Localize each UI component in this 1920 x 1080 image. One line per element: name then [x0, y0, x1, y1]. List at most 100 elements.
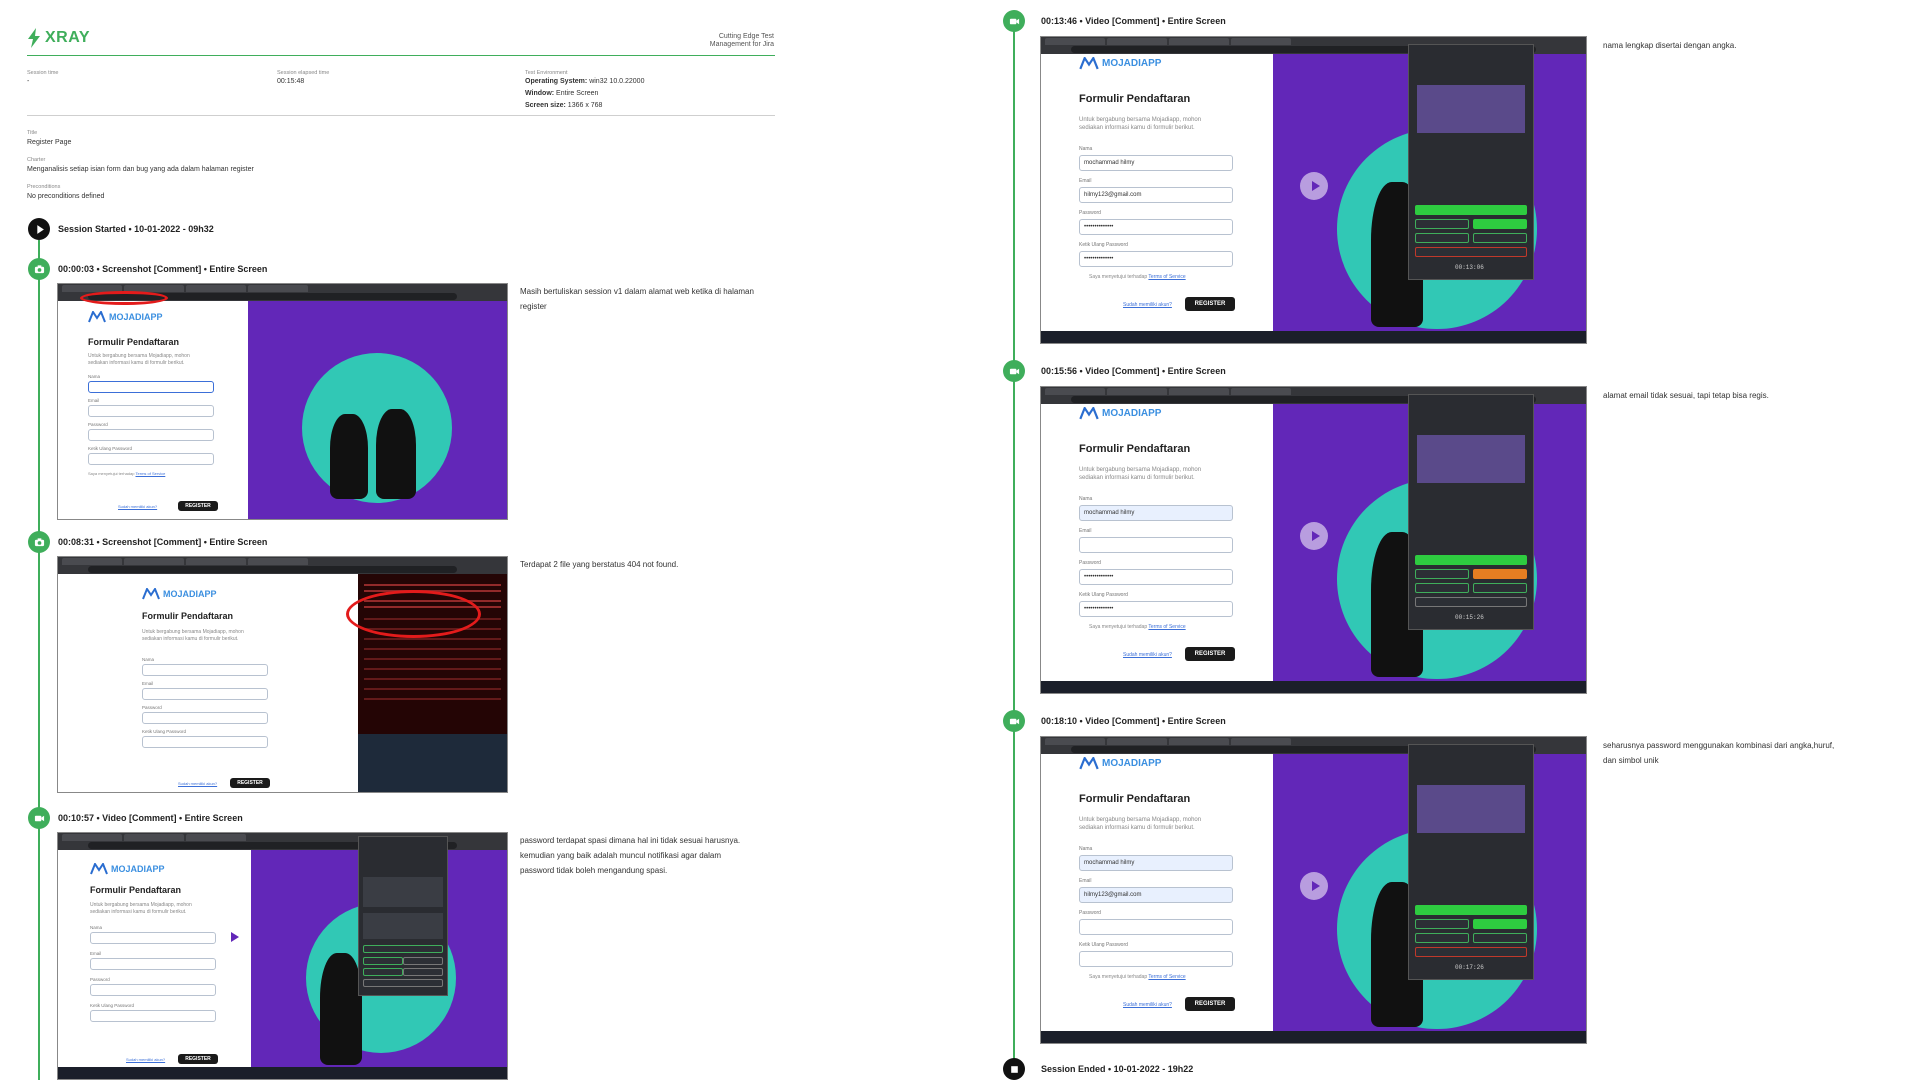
login-link[interactable]: Sudah memiliki akun?	[1123, 652, 1172, 658]
entry-4-title: 00:13:46 • Video [Comment] • Entire Scre…	[1041, 16, 1226, 26]
meta-divider	[27, 115, 775, 116]
email-input[interactable]: hilmy123@gmail.com	[1079, 887, 1233, 903]
xray-bolt-icon	[28, 28, 40, 48]
mojadiapp-logo: MOJADIAPP	[90, 863, 165, 875]
email-input[interactable]	[142, 688, 268, 700]
password-input[interactable]: ••••••••••••••	[1079, 569, 1233, 585]
register-button[interactable]: REGISTER	[178, 501, 218, 511]
form-title: Formulir Pendaftaran	[90, 885, 182, 895]
confirm-password-input[interactable]: ••••••••••••••	[1079, 601, 1233, 617]
password-input[interactable]: ••••••••••••••	[1079, 219, 1233, 235]
video-play-button[interactable]	[1300, 872, 1328, 900]
confirm-password-input[interactable]	[90, 1010, 216, 1022]
entry-6-comment: seharusnya password menggunakan kombinas…	[1603, 741, 1835, 765]
charter-label: Charter	[27, 157, 46, 163]
terms-text: Saya menyetujui terhadap Terms of Servic…	[1089, 974, 1186, 980]
register-button[interactable]: REGISTER	[1185, 297, 1235, 311]
password-input[interactable]	[90, 984, 216, 996]
confirm-password-input[interactable]	[1079, 951, 1233, 967]
video-play-button[interactable]	[222, 926, 244, 948]
recording-timer: 00:17:26	[1455, 964, 1484, 971]
title-label: Title	[27, 130, 38, 136]
mojadiapp-logo: MOJADIAPP	[88, 311, 163, 323]
timeline-line-right	[1013, 20, 1015, 1060]
email-input[interactable]	[1079, 537, 1233, 553]
entry-5-comment: alamat email tidak sesuai, tapi tetap bi…	[1603, 391, 1769, 400]
mojadiapp-logo: MOJADIAPP	[1079, 407, 1161, 420]
session-end-marker	[1003, 1058, 1025, 1080]
mojadiapp-logo-icon	[142, 588, 160, 600]
video-camera-icon	[1009, 368, 1019, 374]
hero-figure	[320, 953, 362, 1065]
login-link[interactable]: Sudah memiliki akun?	[1123, 1002, 1172, 1008]
entry-1-title: 00:00:03 • Screenshot [Comment] • Entire…	[58, 264, 268, 274]
entry-1-screenshot[interactable]: MOJADIAPP Formulir Pendaftaran Untuk ber…	[57, 283, 508, 520]
email-input[interactable]	[88, 405, 214, 417]
annotation-red-ellipse	[346, 590, 481, 638]
register-button[interactable]: REGISTER	[1185, 647, 1235, 661]
name-input[interactable]	[88, 381, 214, 393]
form-title: Formulir Pendaftaran	[1079, 443, 1191, 455]
password-input[interactable]	[1079, 919, 1233, 935]
entry-4-video[interactable]: MOJADIAPP Formulir Pendaftaran Untuk ber…	[1040, 36, 1587, 344]
play-icon	[36, 224, 44, 234]
title-value: Register Page	[27, 139, 72, 146]
mojadiapp-logo-icon	[88, 311, 106, 323]
register-button[interactable]: REGISTER	[1185, 997, 1235, 1011]
entry-5-video[interactable]: MOJADIAPP Formulir Pendaftaran Untuk ber…	[1040, 386, 1587, 694]
password-input[interactable]	[88, 429, 214, 441]
mojadiapp-logo: MOJADIAPP	[1079, 57, 1161, 70]
email-input[interactable]	[90, 958, 216, 970]
name-input[interactable]: mochammad hilmy	[1079, 505, 1233, 521]
preconditions-label: Preconditions	[27, 184, 61, 190]
xray-logo: XRAY	[27, 28, 90, 48]
entry-3-title: 00:10:57 • Video [Comment] • Entire Scre…	[58, 813, 243, 823]
register-button[interactable]: REGISTER	[178, 1054, 218, 1064]
confirm-password-input[interactable]	[142, 736, 268, 748]
mojadiapp-logo-icon	[1079, 57, 1099, 70]
entry-3-video[interactable]: MOJADIAPP Formulir Pendaftaran Untuk ber…	[57, 832, 508, 1080]
entry-6-title: 00:18:10 • Video [Comment] • Entire Scre…	[1041, 716, 1226, 726]
video-play-button[interactable]	[1300, 172, 1328, 200]
form-title: Formulir Pendaftaran	[1079, 93, 1191, 105]
charter-value: Menganalisis setiap isian form dan bug y…	[27, 166, 254, 173]
xray-exploratory-app-panel: 00:15:26	[1408, 394, 1534, 630]
entry-3-marker	[28, 807, 50, 829]
name-input[interactable]: mochammad hilmy	[1079, 855, 1233, 871]
login-link[interactable]: Sudah memiliki akun?	[178, 781, 217, 786]
video-camera-icon	[1009, 18, 1019, 24]
login-link[interactable]: Sudah memiliki akun?	[1123, 302, 1172, 308]
session-time-value: -	[27, 78, 30, 85]
xray-exploratory-app-panel	[358, 836, 448, 996]
mojadiapp-logo-icon	[90, 863, 108, 875]
entry-6-video[interactable]: MOJADIAPP Formulir Pendaftaran Untuk ber…	[1040, 736, 1587, 1044]
name-input[interactable]	[142, 664, 268, 676]
confirm-password-input[interactable]: ••••••••••••••	[1079, 251, 1233, 267]
password-input[interactable]	[142, 712, 268, 724]
elapsed-time-value: 00:15:48	[277, 78, 305, 85]
email-input[interactable]: hilmy123@gmail.com	[1079, 187, 1233, 203]
camera-icon	[34, 537, 44, 546]
name-input[interactable]	[90, 932, 216, 944]
windows-taskbar	[58, 1067, 507, 1079]
terms-text: Saya menyetujui terhadap Terms of Servic…	[1089, 624, 1186, 630]
test-env-values: Operating System: win32 10.0.22000 Windo…	[525, 78, 645, 109]
name-input[interactable]: mochammad hilmy	[1079, 155, 1233, 171]
entry-4-comment: nama lengkap disertai dengan angka.	[1603, 41, 1737, 50]
terms-text: Saya menyetujui terhadap Terms of Servic…	[1089, 274, 1186, 280]
entry-5-title: 00:15:56 • Video [Comment] • Entire Scre…	[1041, 366, 1226, 376]
hero-figure-left	[330, 414, 368, 499]
register-button[interactable]: REGISTER	[230, 778, 270, 788]
windows-taskbar	[1041, 681, 1586, 693]
login-link[interactable]: Sudah memiliki akun?	[118, 504, 157, 509]
video-play-button[interactable]	[1300, 522, 1328, 550]
windows-taskbar	[1041, 331, 1586, 343]
recording-timer: 00:13:06	[1455, 264, 1484, 271]
form-title: Formulir Pendaftaran	[142, 611, 234, 621]
stop-icon	[1010, 1065, 1018, 1073]
confirm-password-input[interactable]	[88, 453, 214, 465]
entry-2-title: 00:08:31 • Screenshot [Comment] • Entire…	[58, 537, 268, 547]
login-link[interactable]: Sudah memiliki akun?	[126, 1057, 165, 1062]
entry-2-screenshot[interactable]: MOJADIAPP Formulir Pendaftaran Untuk ber…	[57, 556, 508, 793]
entry-3-comment: password terdapat spasi dimana hal ini t…	[520, 836, 741, 875]
